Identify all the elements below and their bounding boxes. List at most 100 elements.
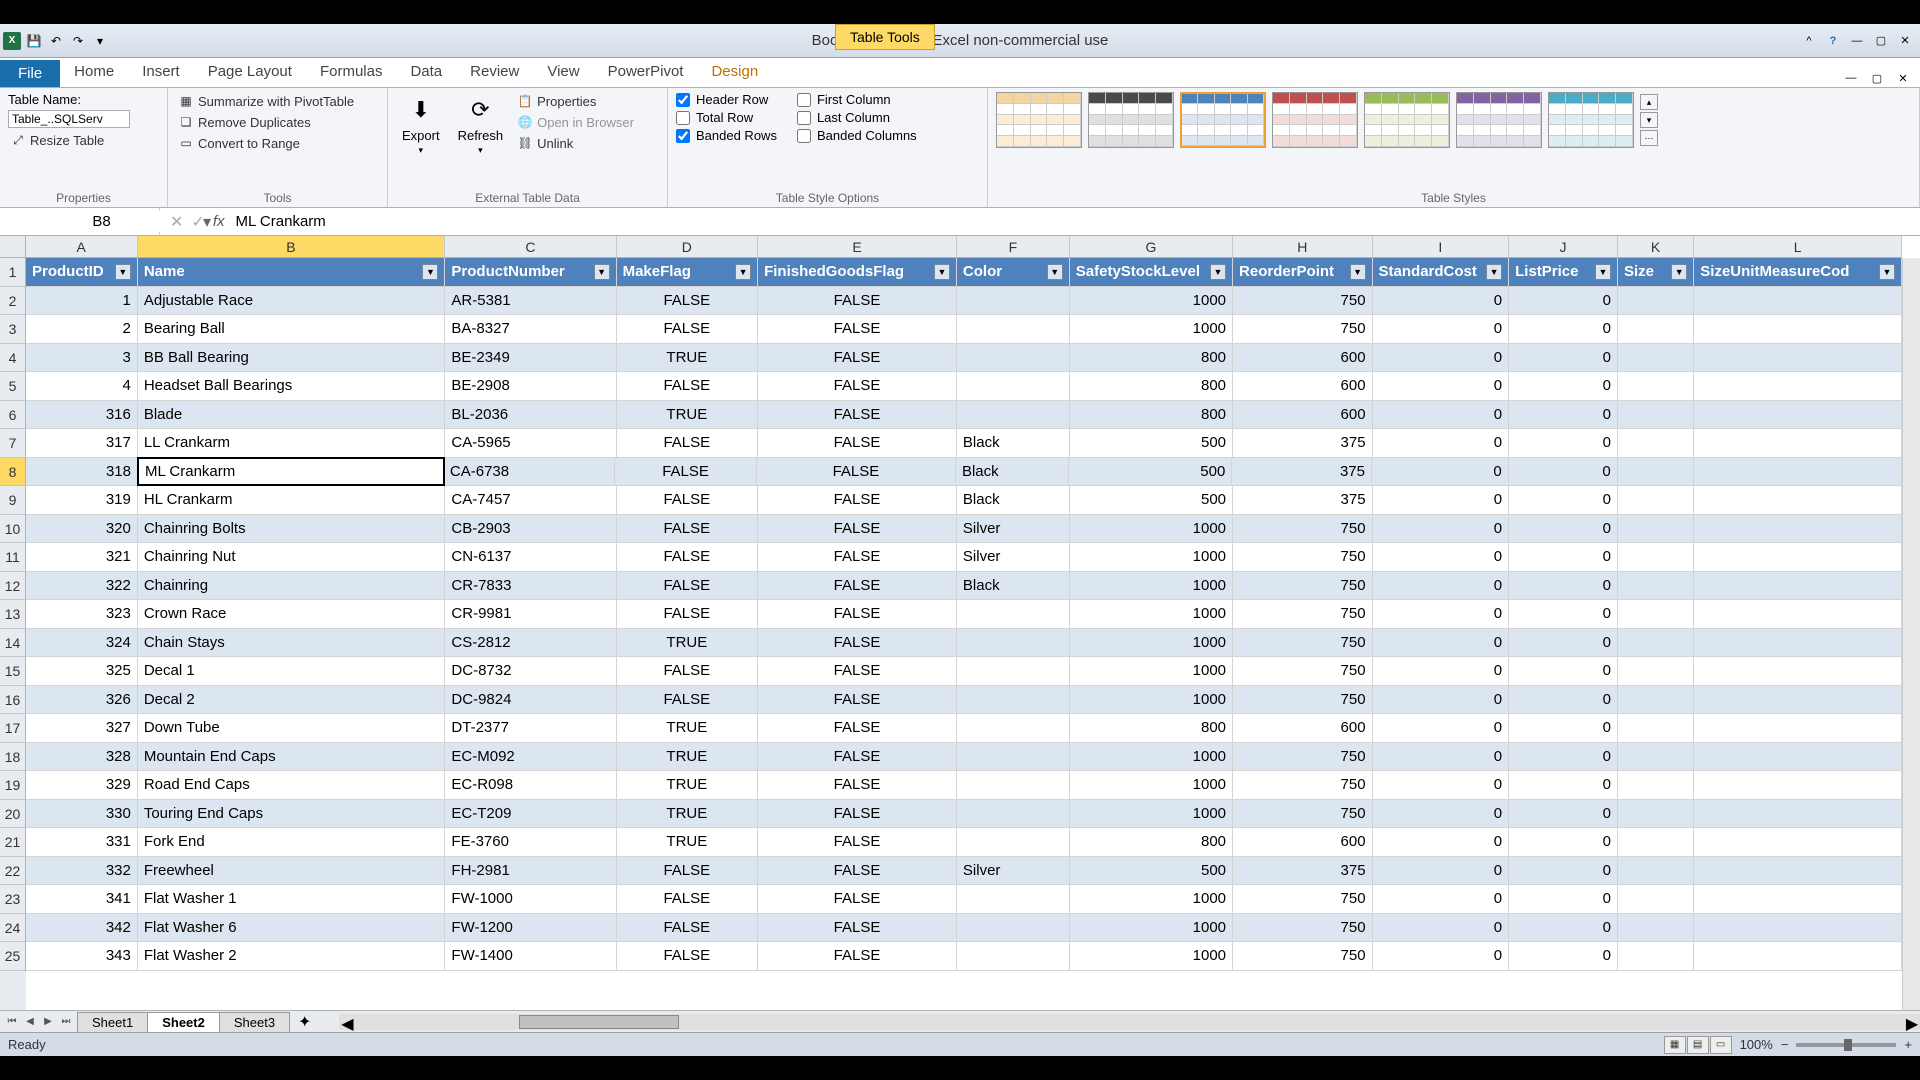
table-header-cell[interactable]: ReorderPoint▼ [1233,258,1373,286]
help-icon[interactable]: ? [1822,32,1844,50]
cell[interactable] [1694,771,1902,799]
cell[interactable] [1618,714,1694,742]
cell[interactable]: DC-8732 [445,657,616,685]
cell[interactable]: FE-3760 [445,828,616,856]
cell[interactable]: 750 [1233,771,1373,799]
cell[interactable]: 0 [1509,315,1618,343]
cell[interactable]: 0 [1509,287,1618,315]
cancel-formula-icon[interactable]: ✕ [170,212,183,232]
cell[interactable]: FALSE [758,714,957,742]
row-header[interactable]: 24 [0,914,26,943]
cell[interactable] [1694,458,1902,486]
cell[interactable]: 600 [1233,344,1373,372]
gallery-more-icon[interactable]: ⋯ [1640,130,1658,146]
qat-dropdown-icon[interactable]: ▾ [90,31,110,51]
cell[interactable]: 0 [1373,686,1510,714]
cell[interactable]: 0 [1373,572,1510,600]
cell[interactable]: 2 [26,315,138,343]
sheet-nav-next-icon[interactable]: ▶ [40,1016,56,1027]
cell[interactable] [957,771,1070,799]
cell[interactable]: 0 [1373,401,1510,429]
new-sheet-icon[interactable]: ✦ [290,1012,319,1032]
cell[interactable] [1694,857,1902,885]
cell[interactable]: Chainring [138,572,446,600]
column-header[interactable]: A [26,236,138,257]
last-col-checkbox[interactable]: Last Column [797,110,917,125]
workbook-restore-icon[interactable]: ▢ [1866,69,1888,87]
spreadsheet-grid[interactable]: ABCDEFGHIJKL 123456789101112131415161718… [0,236,1920,1032]
cell[interactable]: 329 [26,771,138,799]
refresh-button[interactable]: ⟳Refresh▾ [452,92,510,158]
cell[interactable] [1618,401,1694,429]
cell[interactable]: Fork End [138,828,446,856]
cell[interactable]: Silver [957,857,1070,885]
filter-dropdown-icon[interactable]: ▼ [115,264,131,280]
cell[interactable]: 1000 [1070,543,1233,571]
cell[interactable]: FALSE [617,515,759,543]
cell[interactable] [1694,344,1902,372]
cell[interactable]: 1000 [1070,287,1233,315]
cell[interactable]: 319 [26,486,138,514]
cell[interactable]: FALSE [758,515,957,543]
cell[interactable]: LL Crankarm [138,429,446,457]
cell[interactable]: 800 [1070,714,1233,742]
cell[interactable]: Road End Caps [138,771,446,799]
cell[interactable]: 800 [1070,401,1233,429]
cell[interactable]: Black [957,572,1070,600]
horizontal-scrollbar[interactable]: ◀ ▶ [339,1014,1920,1030]
cell[interactable]: FALSE [758,401,957,429]
cell[interactable]: 3 [26,344,138,372]
row-header[interactable]: 4 [0,344,26,373]
cell[interactable]: Silver [957,543,1070,571]
cell[interactable]: 0 [1509,572,1618,600]
cell[interactable]: Black [956,458,1069,486]
row-header[interactable]: 9 [0,486,26,515]
row-header[interactable]: 15 [0,657,26,686]
table-header-cell[interactable]: MakeFlag▼ [617,258,759,286]
row-header[interactable]: 19 [0,771,26,800]
column-header[interactable]: J [1509,236,1618,257]
row-header[interactable]: 16 [0,686,26,715]
column-header[interactable]: D [617,236,759,257]
cell[interactable]: Freewheel [138,857,446,885]
filter-dropdown-icon[interactable]: ▼ [1671,264,1687,280]
cell[interactable] [1618,800,1694,828]
ribbon-tab-design[interactable]: Design [697,58,772,87]
ribbon-tab-review[interactable]: Review [456,58,533,87]
cell[interactable]: DT-2377 [445,714,616,742]
cell[interactable] [1694,714,1902,742]
cell[interactable]: TRUE [617,771,759,799]
cell[interactable] [1618,458,1694,486]
cell[interactable]: 0 [1373,600,1510,628]
cell[interactable] [1618,857,1694,885]
table-header-cell[interactable]: SafetyStockLevel▼ [1070,258,1233,286]
cell[interactable]: 342 [26,914,138,942]
open-browser-button[interactable]: 🌐Open in Browser [515,113,636,131]
cell[interactable]: 750 [1233,686,1373,714]
cell[interactable] [957,714,1070,742]
row-header[interactable]: 18 [0,743,26,772]
table-header-cell[interactable]: FinishedGoodsFlag▼ [758,258,957,286]
cell[interactable]: 0 [1373,344,1510,372]
row-header[interactable]: 2 [0,287,26,316]
cell[interactable]: 323 [26,600,138,628]
cell[interactable]: 326 [26,686,138,714]
banded-rows-checkbox[interactable]: Banded Rows [676,128,777,143]
row-header[interactable]: 17 [0,714,26,743]
cell[interactable]: Chainring Bolts [138,515,446,543]
table-style-thumb[interactable] [1088,92,1174,148]
row-header[interactable]: 21 [0,828,26,857]
cell[interactable]: Crown Race [138,600,446,628]
row-header[interactable]: 3 [0,315,26,344]
cell[interactable] [1694,885,1902,913]
cell[interactable] [1694,914,1902,942]
filter-dropdown-icon[interactable]: ▼ [1047,264,1063,280]
filter-dropdown-icon[interactable]: ▼ [735,264,751,280]
workbook-minimize-icon[interactable]: — [1840,69,1862,87]
cell[interactable]: 0 [1372,458,1509,486]
banded-cols-checkbox[interactable]: Banded Columns [797,128,917,143]
cell[interactable] [1618,885,1694,913]
cell[interactable]: FALSE [617,486,759,514]
cell[interactable] [1694,828,1902,856]
filter-dropdown-icon[interactable]: ▼ [1595,264,1611,280]
